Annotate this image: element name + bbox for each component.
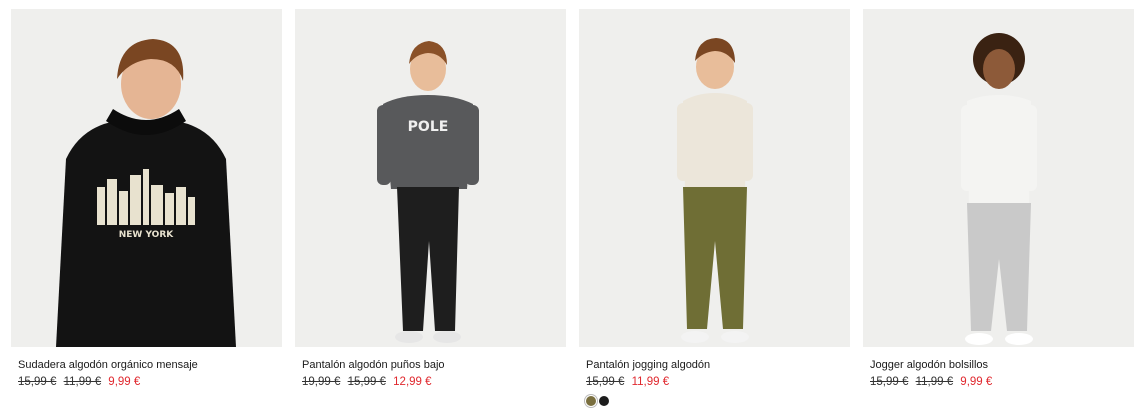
previous-price: 11,99 € [915,376,954,388]
product-prices: 15,99 € 11,99 € 9,99 € [870,375,1134,390]
product-image[interactable]: POLE [295,9,566,347]
boy-in-black-hoodie-icon: NEW YORK [11,9,282,347]
sale-price: 12,99 € [393,376,432,388]
product-card[interactable]: Jogger algodón bolsillos 15,99 € 11,99 €… [863,9,1134,390]
product-image[interactable] [579,9,850,347]
sale-price: 11,99 € [631,376,670,388]
color-swatches [586,396,850,406]
sale-price: 9,99 € [108,376,141,388]
product-card[interactable]: Pantalón jogging algodón 15,99 € 11,99 € [579,9,850,406]
boy-in-black-trousers-icon: POLE [295,9,566,347]
original-price: 15,99 € [18,376,57,388]
product-prices: 15,99 € 11,99 € 9,99 € [18,375,282,390]
color-swatch-khaki[interactable] [586,396,596,406]
product-name[interactable]: Jogger algodón bolsillos [870,358,1134,372]
product-name[interactable]: Pantalón jogging algodón [586,358,850,372]
product-prices: 19,99 € 15,99 € 12,99 € [302,375,566,390]
product-card[interactable]: POLE Pantalón algodón puños bajo 19,99 €… [295,9,566,390]
original-price: 15,99 € [870,376,909,388]
sale-price: 9,99 € [960,376,993,388]
print-text: NEW YORK [119,230,175,240]
product-prices: 15,99 € 11,99 € [586,375,850,390]
boy-in-grey-joggers-icon [863,9,1134,347]
product-name[interactable]: Sudadera algodón orgánico mensaje [18,358,282,372]
previous-price: 15,99 € [347,376,386,388]
product-name[interactable]: Pantalón algodón puños bajo [302,358,566,372]
previous-price: 11,99 € [63,376,102,388]
original-price: 15,99 € [586,376,625,388]
product-grid: NEW YORK Sudadera algodón orgánico mensa… [0,0,1137,419]
product-image[interactable]: NEW YORK [11,9,282,347]
boy-in-khaki-joggers-icon [579,9,850,347]
product-card[interactable]: NEW YORK Sudadera algodón orgánico mensa… [11,9,282,390]
product-image[interactable] [863,9,1134,347]
original-price: 19,99 € [302,376,341,388]
print-text: POLE [408,119,449,135]
color-swatch-black[interactable] [599,396,609,406]
